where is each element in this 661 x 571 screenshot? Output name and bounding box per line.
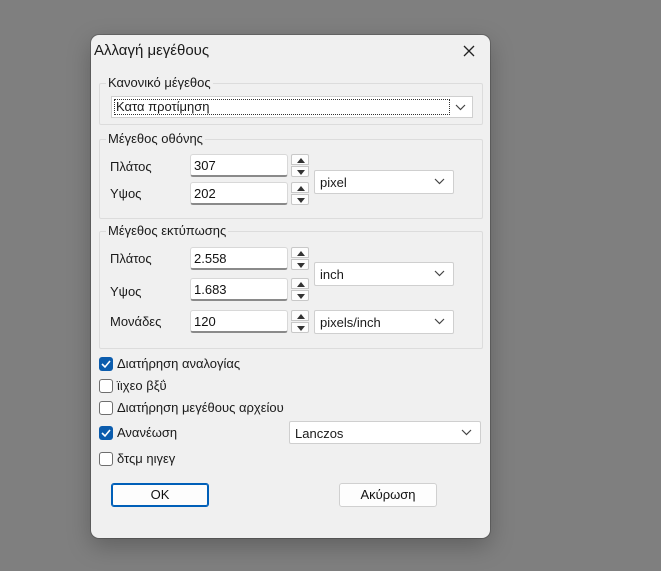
option2-checkbox[interactable] xyxy=(99,379,113,393)
screen-width-spinner[interactable] xyxy=(291,154,309,177)
screen-height-spinner[interactable] xyxy=(291,182,309,205)
caret-up-icon xyxy=(297,251,305,256)
screen-height-value: 202 xyxy=(194,186,216,201)
spin-up-button[interactable] xyxy=(291,182,309,193)
spin-up-button[interactable] xyxy=(291,247,309,258)
resample-method-select[interactable]: Lanczos xyxy=(289,421,481,444)
resample-method-value: Lanczos xyxy=(295,426,344,441)
chevron-down-icon xyxy=(455,104,466,111)
caret-down-icon xyxy=(297,263,305,268)
print-height-value: 1.683 xyxy=(194,282,227,297)
screen-width-label: Πλάτος xyxy=(110,159,152,174)
spin-up-button[interactable] xyxy=(291,154,309,165)
keep-filesize-label[interactable]: Διατήρηση μεγέθους αρχείου xyxy=(117,400,284,416)
dialog-title: Αλλαγή μεγέθους xyxy=(94,42,210,59)
print-unit-select[interactable]: inch xyxy=(314,262,454,286)
spin-down-button[interactable] xyxy=(291,194,309,205)
spin-up-button[interactable] xyxy=(291,278,309,289)
caret-down-icon xyxy=(297,294,305,299)
resolution-value: 120 xyxy=(194,314,216,329)
chevron-down-icon xyxy=(434,178,445,185)
title-bar: Αλλαγή μεγέθους xyxy=(91,35,490,67)
resolution-unit-value: pixels/inch xyxy=(320,315,381,330)
caret-down-icon xyxy=(297,170,305,175)
spin-down-button[interactable] xyxy=(291,166,309,177)
chevron-down-icon xyxy=(434,318,445,325)
option5-label[interactable]: δτςμ ηιγεγ xyxy=(117,451,175,467)
resolution-unit-select[interactable]: pixels/inch xyxy=(314,310,454,334)
screen-height-input[interactable]: 202 xyxy=(190,182,288,205)
cancel-button[interactable]: Ακύρωση xyxy=(339,483,437,507)
print-size-group-title: Μέγεθος εκτύπωσης xyxy=(106,223,229,239)
resolution-label: Μονάδες xyxy=(110,314,162,329)
screen-width-input[interactable]: 307 xyxy=(190,154,288,177)
screen-width-value: 307 xyxy=(194,158,216,173)
ok-button[interactable]: OK xyxy=(111,483,209,507)
caret-up-icon xyxy=(297,186,305,191)
checkmark-icon xyxy=(101,429,111,438)
resolution-spinner[interactable] xyxy=(291,310,309,333)
spin-down-button[interactable] xyxy=(291,259,309,270)
spin-down-button[interactable] xyxy=(291,322,309,333)
chevron-down-icon xyxy=(461,429,472,436)
keep-ratio-checkbox[interactable] xyxy=(99,357,113,371)
spin-up-button[interactable] xyxy=(291,310,309,321)
keep-filesize-checkbox[interactable] xyxy=(99,401,113,415)
caret-up-icon xyxy=(297,282,305,287)
keep-ratio-label[interactable]: Διατήρηση αναλογίας xyxy=(117,356,240,372)
screen-size-group-title: Μέγεθος οθόνης xyxy=(106,131,205,147)
close-button[interactable] xyxy=(456,39,482,63)
option2-label[interactable]: ϊιχεο βξΰ xyxy=(117,378,167,394)
print-height-label: Υψος xyxy=(110,284,142,299)
preset-size-group-title: Κανονικό μέγεθος xyxy=(106,75,213,91)
screen-unit-select[interactable]: pixel xyxy=(314,170,454,194)
caret-down-icon xyxy=(297,326,305,331)
print-unit-value: inch xyxy=(320,267,344,282)
print-height-input[interactable]: 1.683 xyxy=(190,278,288,301)
close-icon xyxy=(463,45,475,57)
preset-size-select[interactable]: Κατα προτίμηση xyxy=(111,96,473,118)
option5-checkbox[interactable] xyxy=(99,452,113,466)
resize-dialog: Αλλαγή μεγέθους Κανονικό μέγεθος Κατα πρ… xyxy=(91,35,490,538)
caret-up-icon xyxy=(297,314,305,319)
print-width-spinner[interactable] xyxy=(291,247,309,270)
spin-down-button[interactable] xyxy=(291,290,309,301)
print-width-label: Πλάτος xyxy=(110,251,152,266)
print-width-value: 2.558 xyxy=(194,251,227,266)
chevron-down-icon xyxy=(434,270,445,277)
print-height-spinner[interactable] xyxy=(291,278,309,301)
caret-up-icon xyxy=(297,158,305,163)
screen-height-label: Υψος xyxy=(110,186,142,201)
preset-size-value: Κατα προτίμηση xyxy=(116,99,210,114)
screen-unit-value: pixel xyxy=(320,175,347,190)
resample-checkbox[interactable] xyxy=(99,426,113,440)
print-width-input[interactable]: 2.558 xyxy=(190,247,288,270)
caret-down-icon xyxy=(297,198,305,203)
checkmark-icon xyxy=(101,360,111,369)
resolution-input[interactable]: 120 xyxy=(190,310,288,333)
resample-label[interactable]: Ανανέωση xyxy=(117,425,177,441)
